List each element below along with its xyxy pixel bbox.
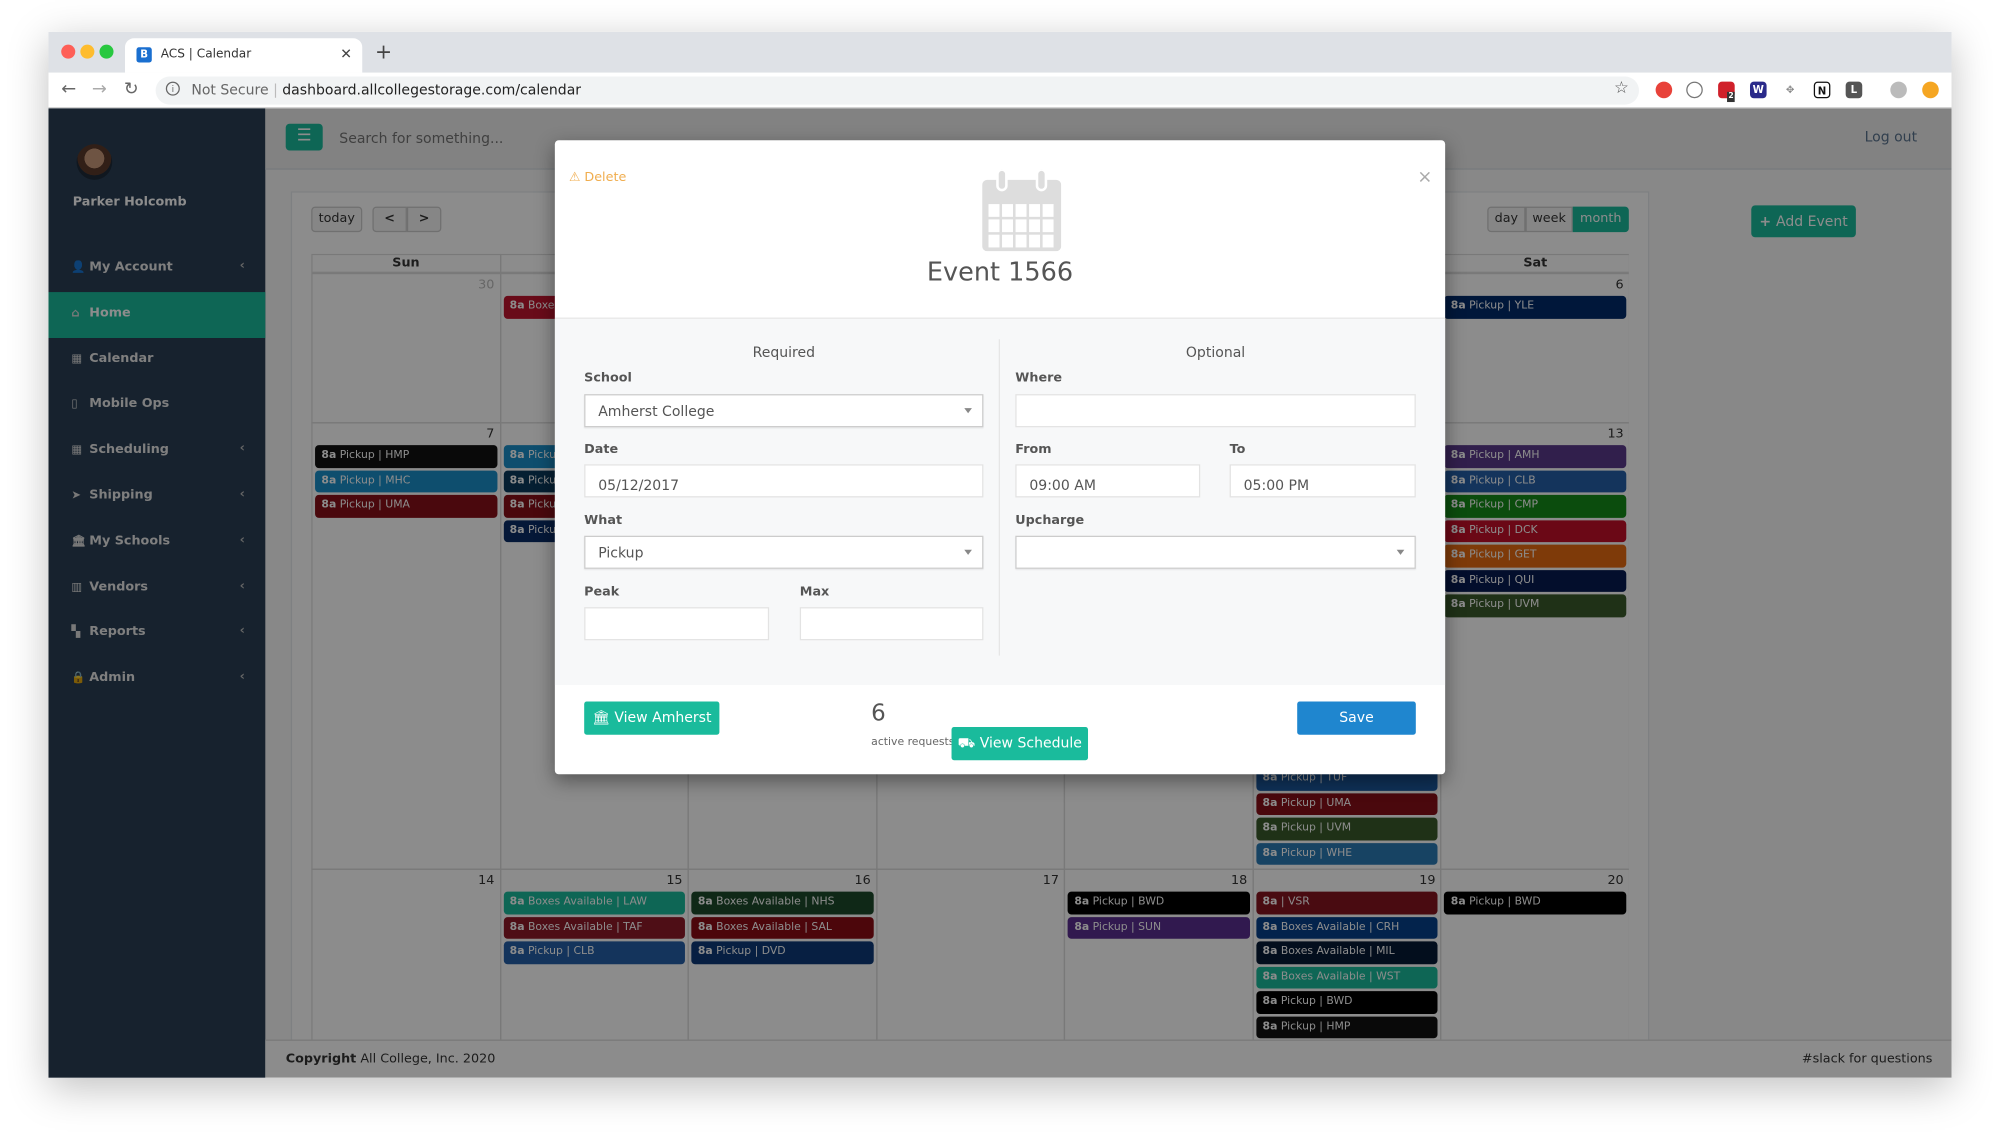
from-time-input[interactable] [1015,464,1201,498]
extension-icon[interactable] [1655,81,1673,99]
view-school-button[interactable]: 🏛 View Amherst [584,701,720,735]
upcharge-select[interactable] [1015,535,1416,569]
institution-icon: 🏛 [592,709,610,726]
required-heading: Required [752,344,816,361]
extension-icon[interactable] [1922,81,1939,99]
dropdown-caret-icon [964,408,972,414]
school-select[interactable]: Amherst College [584,394,984,428]
profile-avatar[interactable] [1890,81,1907,99]
active-requests-count: 6 [871,700,886,728]
tab-bar: B ACS | Calendar ✕ + [48,31,1952,73]
info-icon[interactable]: i [165,81,180,96]
url-bar[interactable]: i Not Secure | dashboard.allcollegestora… [155,76,1640,105]
date-label: Date [584,442,619,457]
what-value: Pickup [598,544,644,562]
close-tab-icon[interactable]: ✕ [340,46,352,63]
bookmark-star-icon[interactable]: ☆ [1614,79,1629,98]
school-value: Amherst College [598,403,715,420]
dropdown-caret-icon [1396,549,1405,555]
browser-tab[interactable]: B ACS | Calendar ✕ [124,38,363,73]
date-input[interactable] [584,464,984,498]
event-modal: ⚠ Delete × Event 1566 Required Optional … [554,140,1446,775]
max-input[interactable] [799,607,984,641]
favicon-icon: B [136,47,152,63]
minimize-window-button[interactable] [80,44,95,59]
modal-body: Required Optional School Amherst College… [554,318,1446,685]
url-text: dashboard.allcollegestorage.com/calendar [282,81,582,99]
optional-heading: Optional [1185,344,1246,361]
modal-title: Event 1566 [926,256,1074,287]
close-icon[interactable]: × [1417,167,1432,187]
column-divider [998,339,1000,656]
peak-input[interactable] [584,607,770,641]
address-bar-row: ← → ↻ i Not Secure | dashboard.allcolleg… [48,72,1952,109]
where-label: Where [1015,371,1063,386]
close-window-button[interactable] [61,44,76,59]
where-input[interactable] [1015,394,1416,428]
what-label: What [584,514,623,529]
view-schedule-button[interactable]: ⛟ View Schedule [951,727,1089,761]
delete-label: Delete [584,170,627,185]
view-schedule-label: View Schedule [979,734,1082,752]
save-button[interactable]: Save [1297,701,1416,735]
school-label: School [584,371,632,386]
to-time-input[interactable] [1229,464,1416,498]
browser-window: B ACS | Calendar ✕ + ← → ↻ i Not Secure … [48,31,1952,1078]
security-label: Not Secure [191,81,269,99]
view-school-label: View Amherst [614,709,712,726]
dropbox-icon[interactable]: ✥ [1781,81,1799,99]
back-icon[interactable]: ← [61,79,76,99]
dropdown-caret-icon [964,549,972,555]
extension-icon[interactable]: 2 [1718,81,1735,103]
active-requests-label: active requests [871,735,955,749]
max-label: Max [799,585,830,600]
what-select[interactable]: Pickup [584,535,984,569]
extension-icon[interactable] [1686,81,1703,99]
maximize-window-button[interactable] [99,44,114,59]
warning-icon: ⚠ [568,170,581,185]
notion-icon[interactable]: N [1813,81,1831,99]
delete-link[interactable]: ⚠ Delete [569,171,626,185]
forward-icon[interactable]: → [92,79,107,99]
tab-title: ACS | Calendar [160,47,252,62]
new-tab-button[interactable]: + [375,40,392,64]
extension-badge: 2 [1727,91,1735,103]
calendar-icon [982,169,1062,252]
from-label: From [1015,442,1052,457]
upcharge-label: Upcharge [1015,514,1085,529]
peak-label: Peak [584,585,620,600]
extension-icon[interactable]: W [1749,81,1767,99]
to-label: To [1229,442,1246,457]
reload-icon[interactable]: ↻ [124,79,139,99]
extension-icon[interactable]: L [1845,81,1863,99]
truck-icon: ⛟ [957,734,976,752]
modal-header: ⚠ Delete × Event 1566 [554,140,1446,319]
